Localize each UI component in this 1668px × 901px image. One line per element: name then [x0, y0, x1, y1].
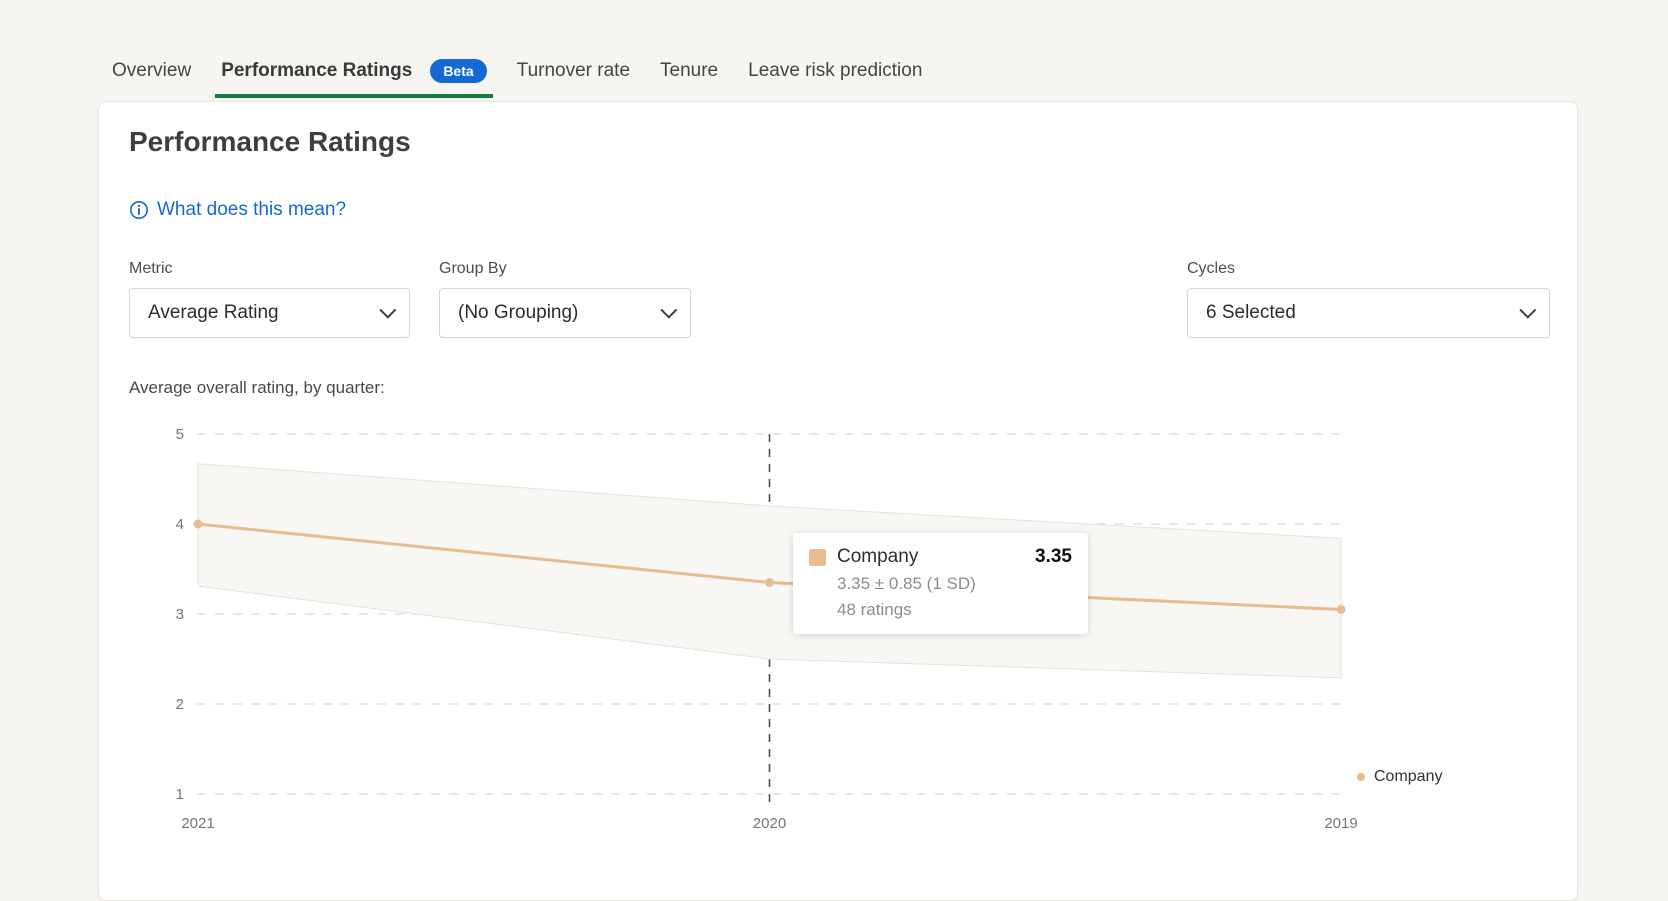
- metric-filter: Metric Average Rating: [129, 260, 410, 338]
- page-title: Performance Ratings: [129, 126, 411, 157]
- cycles-filter: Cycles 6 Selected: [1187, 260, 1550, 338]
- metric-label: Metric: [129, 260, 173, 277]
- tab-label: Tenure: [660, 60, 719, 81]
- tab-overview[interactable]: Overview: [112, 60, 191, 82]
- tab-label: Leave risk prediction: [748, 60, 923, 81]
- y-axis-tick: 3: [176, 606, 184, 623]
- tab-tenure[interactable]: Tenure: [660, 60, 718, 82]
- chevron-down-icon: [379, 301, 397, 319]
- tab-label: Overview: [112, 60, 192, 81]
- cycles-select[interactable]: 6 Selected: [1187, 288, 1550, 338]
- series-swatch: [809, 548, 826, 566]
- legend-label: Company: [1374, 768, 1443, 785]
- group-by-selected-value: (No Grouping): [458, 302, 579, 323]
- what-does-this-mean-link[interactable]: What does this mean?: [129, 199, 346, 221]
- data-point[interactable]: [1336, 605, 1346, 614]
- data-point[interactable]: [193, 519, 203, 529]
- legend-dot-icon: [1357, 773, 1365, 781]
- legend-item-company[interactable]: Company: [1357, 768, 1442, 786]
- tab-label: Performance Ratings: [221, 60, 413, 81]
- x-axis-tick: 2021: [181, 815, 214, 832]
- chart-caption: Average overall rating, by quarter:: [129, 378, 385, 397]
- chart-tooltip: Company 3.35 3.35 ± 0.85 (1 SD) 48 ratin…: [793, 533, 1088, 634]
- beta-badge: Beta: [430, 59, 487, 83]
- y-axis-tick: 2: [176, 696, 184, 713]
- group-by-filter: Group By (No Grouping): [439, 260, 691, 338]
- tooltip-value: 3.35: [1035, 546, 1072, 567]
- chevron-down-icon: [1519, 301, 1537, 319]
- help-link-label: What does this mean?: [157, 199, 347, 220]
- info-icon: [129, 200, 149, 220]
- group-by-label: Group By: [439, 260, 507, 277]
- y-axis-tick: 4: [176, 516, 184, 533]
- chevron-down-icon: [660, 301, 678, 319]
- cycles-label: Cycles: [1187, 260, 1236, 277]
- tooltip-ratings-count: 48 ratings: [837, 600, 912, 619]
- data-point[interactable]: [765, 578, 774, 587]
- group-by-select[interactable]: (No Grouping): [439, 288, 691, 338]
- tab-turnover-rate[interactable]: Turnover rate: [517, 60, 630, 82]
- tab-label: Turnover rate: [516, 60, 631, 81]
- performance-ratings-panel: Performance Ratings What does this mean?…: [98, 101, 1578, 901]
- x-axis-tick: 2019: [1324, 815, 1357, 832]
- tab-leave-risk-prediction[interactable]: Leave risk prediction: [748, 60, 922, 82]
- y-axis-tick: 1: [176, 786, 184, 803]
- tooltip-series-name: Company: [837, 546, 919, 567]
- metric-select[interactable]: Average Rating: [129, 288, 410, 338]
- tooltip-sd-detail: 3.35 ± 0.85 (1 SD): [837, 574, 976, 593]
- analytics-tab-bar: Overview Performance Ratings Beta Turnov…: [112, 50, 922, 98]
- y-axis-tick: 5: [176, 426, 184, 443]
- cycles-selected-value: 6 Selected: [1206, 302, 1296, 323]
- tab-performance-ratings[interactable]: Performance Ratings Beta: [215, 59, 494, 98]
- metric-selected-value: Average Rating: [148, 302, 279, 323]
- ratings-chart: 5 4 3 2 1 2021 2020 2019 Company 3.35 3.35 ± 0.…: [99, 396, 1577, 866]
- x-axis-tick: 2020: [753, 815, 786, 832]
